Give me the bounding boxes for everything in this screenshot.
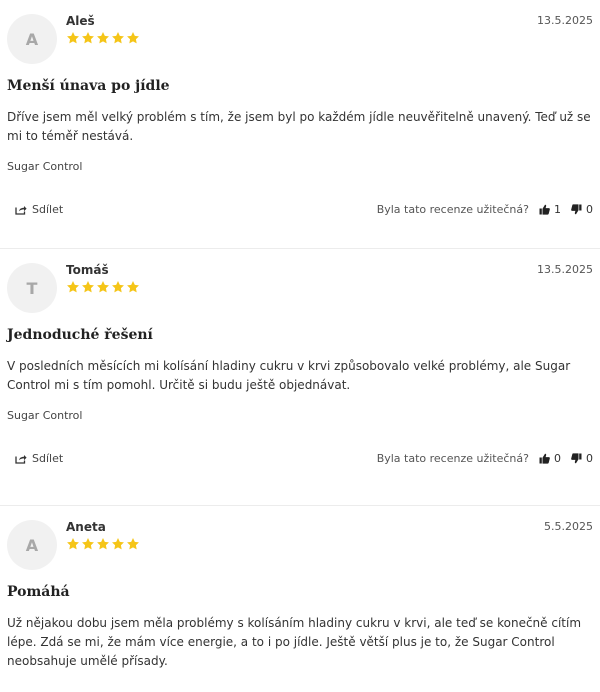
review-text: Dříve jsem měl velký problém s tím, že j… [7, 110, 591, 143]
star-icon [82, 281, 94, 293]
helpful-yes-count: 1 [554, 203, 561, 216]
review-text: Už nějakou dobu jsem měla problémy s kol… [7, 616, 582, 668]
star-icon [97, 281, 109, 293]
share-label: Sdílet [32, 203, 64, 216]
helpful-yes-count: 0 [554, 452, 561, 465]
star-icon [67, 32, 79, 44]
review-card: T Tomáš 13.5.2025 Jednoduché řešení V po… [0, 249, 600, 506]
helpful-section: Byla tato recenze užitečná? 1 0 [377, 203, 593, 216]
star-icon [97, 32, 109, 44]
star-icon [82, 32, 94, 44]
review-title: Pomáhá [7, 584, 70, 600]
star-rating [66, 280, 140, 294]
share-icon [15, 455, 27, 464]
star-rating [66, 537, 140, 551]
thumbs-down-icon [571, 453, 582, 464]
review-text: V posledních měsících mi kolísání hladin… [7, 359, 571, 392]
helpful-yes-button[interactable]: 1 [539, 203, 561, 216]
star-icon [127, 281, 139, 293]
review-author: Aleš [66, 14, 95, 28]
star-icon [112, 538, 124, 550]
star-icon [112, 281, 124, 293]
star-icon [127, 538, 139, 550]
avatar: T [7, 263, 57, 313]
star-icon [67, 538, 79, 550]
star-icon [112, 32, 124, 44]
review-date: 13.5.2025 [537, 14, 593, 27]
star-icon [82, 538, 94, 550]
helpful-no-button[interactable]: 0 [571, 452, 593, 465]
review-title: Jednoduché řešení [7, 327, 153, 343]
review-card: A Aneta 5.5.2025 Pomáhá Už nějakou dobu … [0, 506, 600, 692]
thumbs-up-icon [539, 204, 550, 215]
review-author: Tomáš [66, 263, 109, 277]
share-label: Sdílet [32, 452, 64, 465]
helpful-no-button[interactable]: 0 [571, 203, 593, 216]
star-icon [97, 538, 109, 550]
helpful-no-count: 0 [586, 452, 593, 465]
review-list: A Aleš 13.5.2025 Menší únava po jídle Dř… [0, 0, 600, 692]
share-icon [15, 206, 27, 215]
review-date: 13.5.2025 [537, 263, 593, 276]
avatar: A [7, 14, 57, 64]
share-button[interactable]: Sdílet [15, 203, 63, 216]
thumbs-down-icon [571, 204, 582, 215]
thumbs-up-icon [539, 453, 550, 464]
star-rating [66, 31, 140, 45]
review-card: A Aleš 13.5.2025 Menší únava po jídle Dř… [0, 0, 600, 249]
helpful-section: Byla tato recenze užitečná? 0 0 [377, 452, 593, 465]
share-button[interactable]: Sdílet [15, 452, 63, 465]
star-icon [127, 32, 139, 44]
review-title: Menší únava po jídle [7, 78, 170, 94]
review-product: Sugar Control [7, 409, 83, 422]
helpful-no-count: 0 [586, 203, 593, 216]
avatar: A [7, 520, 57, 570]
review-author: Aneta [66, 520, 106, 534]
helpful-question: Byla tato recenze užitečná? [376, 203, 529, 216]
star-icon [67, 281, 79, 293]
helpful-yes-button[interactable]: 0 [539, 452, 561, 465]
review-date: 5.5.2025 [544, 520, 593, 533]
review-product: Sugar Control [7, 160, 83, 173]
helpful-question: Byla tato recenze užitečná? [376, 452, 529, 465]
